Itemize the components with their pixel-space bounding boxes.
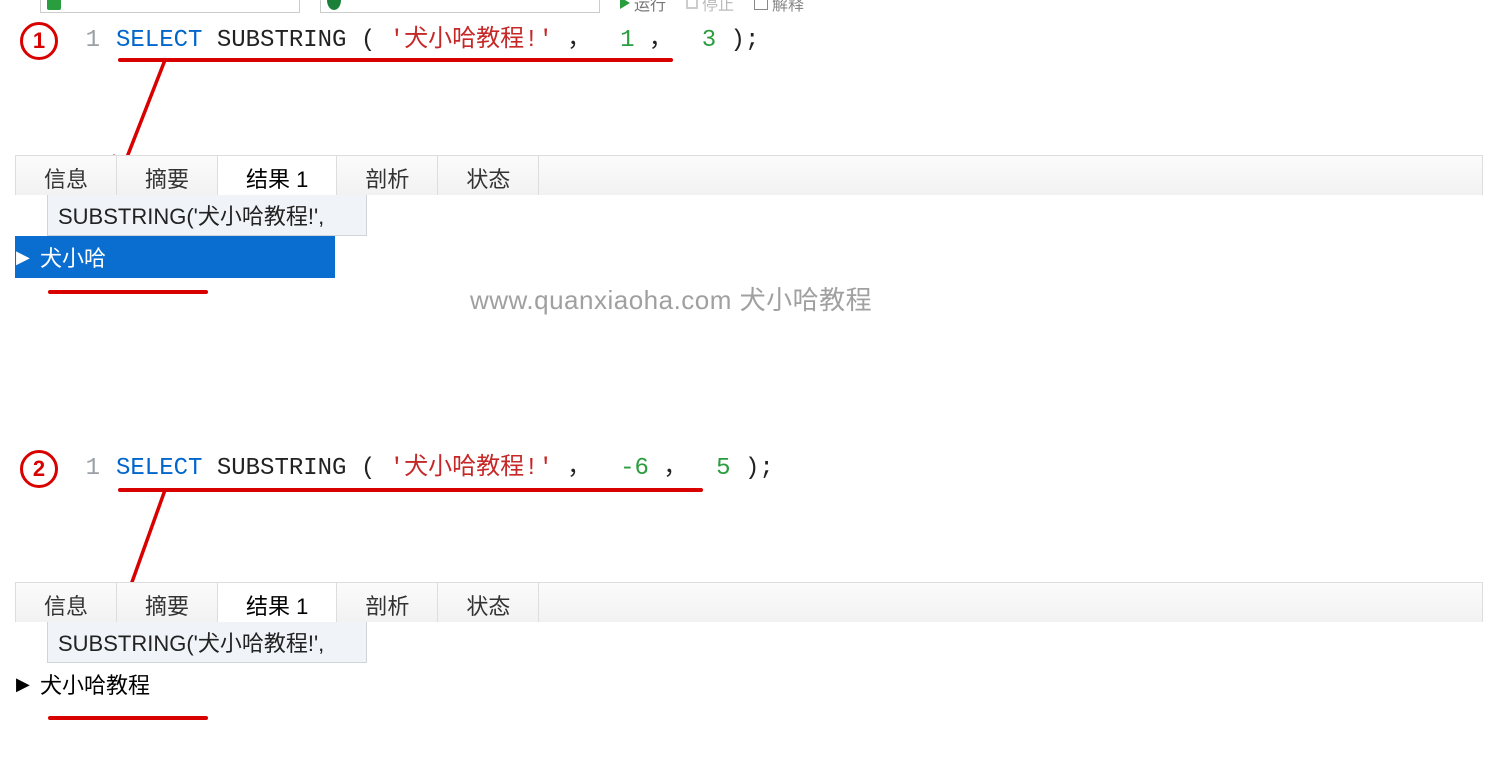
- line-number: 1: [78, 26, 100, 56]
- code-editor-2[interactable]: 1 SELECT SUBSTRING ( '犬小哈教程!' ， -6 ， 5 )…: [78, 454, 1483, 484]
- tab-info[interactable]: 信息: [16, 156, 117, 195]
- connection-icon: [47, 0, 61, 10]
- code-line[interactable]: 1 SELECT SUBSTRING ( '犬小哈教程!' ， 1 ， 3 );: [78, 26, 1483, 56]
- line-number: 1: [78, 454, 100, 484]
- sql-keyword: SELECT: [116, 455, 202, 482]
- tab-status[interactable]: 状态: [438, 583, 539, 622]
- tab-info[interactable]: 信息: [16, 583, 117, 622]
- result-grid-2[interactable]: SUBSTRING('犬小哈教程!', ▶ 犬小哈教程: [15, 622, 1483, 705]
- annotation-badge-2: 2: [20, 450, 58, 488]
- database-dropdown[interactable]: [320, 0, 600, 13]
- annotation-underline: [118, 58, 673, 62]
- result-cell[interactable]: 犬小哈教程: [34, 664, 334, 704]
- sql-number: 3: [702, 27, 716, 54]
- tab-status[interactable]: 状态: [438, 156, 539, 195]
- sql-number: 1: [620, 27, 634, 54]
- result-row[interactable]: ▶ 犬小哈教程: [15, 663, 335, 705]
- result-tabs-2: 信息 摘要 结果 1 剖析 状态: [15, 582, 1483, 622]
- row-marker-icon: ▶: [16, 674, 34, 695]
- row-marker-icon: ▶: [16, 247, 34, 268]
- watermark-text: www.quanxiaoha.com 犬小哈教程: [470, 280, 872, 317]
- result-tabs-1: 信息 摘要 结果 1 剖析 状态: [15, 155, 1483, 195]
- tab-result[interactable]: 结果 1: [218, 583, 337, 622]
- result-cell[interactable]: 犬小哈: [34, 237, 334, 277]
- explain-icon: [754, 0, 768, 10]
- run-label: 运行: [634, 0, 666, 15]
- tab-summary[interactable]: 摘要: [117, 156, 218, 195]
- annotation-underline: [48, 290, 208, 294]
- annotation-badge-1: 1: [20, 22, 58, 60]
- stop-label: 停止: [702, 0, 734, 15]
- result-column-header[interactable]: SUBSTRING('犬小哈教程!',: [47, 195, 367, 236]
- annotation-underline: [48, 716, 208, 720]
- code-line[interactable]: 1 SELECT SUBSTRING ( '犬小哈教程!' ， -6 ， 5 )…: [78, 454, 1483, 484]
- tab-summary[interactable]: 摘要: [117, 583, 218, 622]
- result-column-header[interactable]: SUBSTRING('犬小哈教程!',: [47, 622, 367, 663]
- toolbar: 运行 停止 解释: [40, 0, 1493, 12]
- database-icon: [327, 0, 341, 10]
- result-row[interactable]: ▶ 犬小哈: [15, 236, 335, 278]
- annotation-underline: [118, 488, 703, 492]
- sql-number: -6: [620, 455, 649, 482]
- tab-profile[interactable]: 剖析: [337, 583, 438, 622]
- run-button[interactable]: 运行: [620, 0, 666, 15]
- stop-button[interactable]: 停止: [686, 0, 734, 15]
- explain-button[interactable]: 解释: [754, 0, 804, 15]
- sql-string: '犬小哈教程!': [390, 27, 553, 54]
- code-editor-1[interactable]: 1 SELECT SUBSTRING ( '犬小哈教程!' ， 1 ， 3 );: [78, 26, 1483, 56]
- tab-result[interactable]: 结果 1: [218, 156, 337, 195]
- sql-function: SUBSTRING: [217, 27, 347, 54]
- play-icon: [620, 0, 630, 9]
- tab-profile[interactable]: 剖析: [337, 156, 438, 195]
- sql-keyword: SELECT: [116, 27, 202, 54]
- result-grid-1[interactable]: SUBSTRING('犬小哈教程!', ▶ 犬小哈: [15, 195, 1483, 278]
- explain-label: 解释: [772, 0, 804, 15]
- sql-function: SUBSTRING: [217, 455, 347, 482]
- sql-string: '犬小哈教程!': [390, 455, 553, 482]
- sql-number: 5: [716, 455, 730, 482]
- stop-icon: [686, 0, 698, 9]
- connection-dropdown[interactable]: [40, 0, 300, 13]
